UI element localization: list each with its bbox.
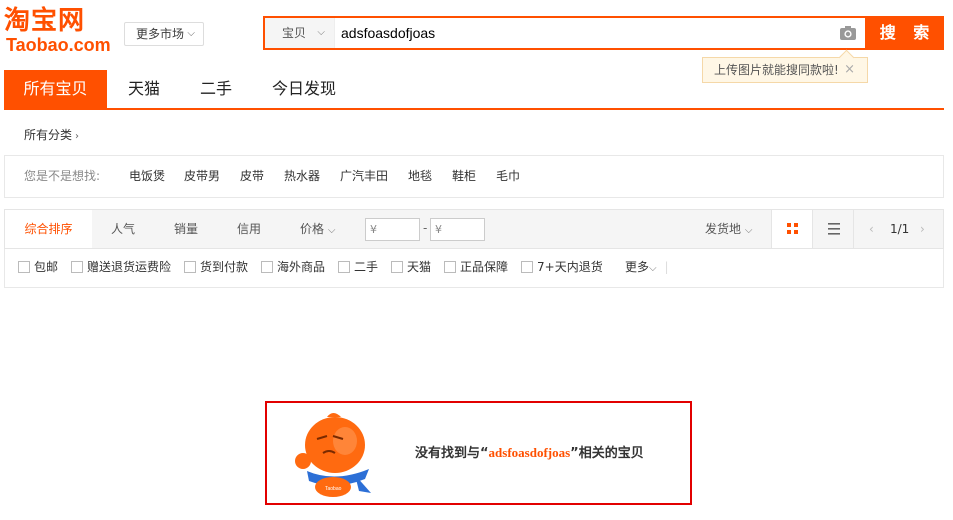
suggestion-bar: 您是不是想找: 电饭煲 皮带男 皮带 热水器 广汽丰田 地毯 鞋柜 毛巾 bbox=[4, 155, 944, 198]
filter-free-shipping[interactable]: 包邮 bbox=[18, 249, 58, 286]
sort-price-label: 价格 bbox=[300, 222, 325, 236]
page-indicator: 1/1 bbox=[890, 222, 910, 236]
all-categories-label: 所有分类 bbox=[24, 128, 73, 142]
taobao-mascot-image: Taobao bbox=[295, 413, 371, 497]
prev-page-icon[interactable]: ‹ bbox=[869, 210, 874, 248]
no-results-panel: Taobao 没有找到与“adsfoasdofjoas”相关的宝贝 bbox=[265, 401, 692, 505]
suggestion-item[interactable]: 热水器 bbox=[284, 156, 320, 197]
search-box: 宝贝 ⌵ bbox=[263, 16, 865, 50]
list-view-button[interactable] bbox=[812, 210, 853, 248]
no-results-message: 没有找到与“adsfoasdofjoas”相关的宝贝 bbox=[415, 403, 644, 504]
sort-credit[interactable]: 信用 bbox=[237, 210, 261, 248]
more-filters-button[interactable]: 更多⌵ | bbox=[625, 249, 668, 287]
search-input[interactable] bbox=[337, 18, 817, 48]
more-markets-dropdown[interactable]: 更多市场 ⌵ bbox=[124, 22, 204, 46]
chevron-down-icon: ⌵ bbox=[327, 225, 336, 236]
filter-label: 货到付款 bbox=[200, 260, 249, 274]
divider: | bbox=[664, 260, 669, 274]
no-results-keyword: adsfoasdofjoas bbox=[488, 445, 571, 460]
sort-bar: 综合排序 人气 销量 信用 价格 ⌵ ¥ - ¥ 发货地 ⌵ ‹ 1/1 › bbox=[4, 209, 944, 249]
suggestion-item[interactable]: 鞋柜 bbox=[452, 156, 476, 197]
filter-label: 海外商品 bbox=[277, 260, 326, 274]
chevron-down-icon: ⌵ bbox=[744, 225, 753, 236]
all-categories-link[interactable]: 所有分类 › bbox=[24, 126, 79, 143]
list-icon bbox=[828, 223, 840, 235]
suggestion-item[interactable]: 电饭煲 bbox=[129, 156, 165, 197]
suggestion-label: 您是不是想找: bbox=[24, 169, 101, 183]
filter-label: 正品保障 bbox=[460, 260, 509, 274]
filter-genuine[interactable]: 正品保障 bbox=[444, 249, 508, 286]
filter-label: 7+天内退货 bbox=[537, 260, 603, 274]
no-results-prefix: 没有找到与“ bbox=[415, 446, 489, 461]
checkbox[interactable] bbox=[71, 261, 83, 273]
filter-7day-return[interactable]: 7+天内退货 bbox=[521, 249, 603, 286]
chevron-down-icon: ⌵ bbox=[317, 27, 325, 38]
pager: ‹ 1/1 › bbox=[853, 210, 943, 248]
price-max-input[interactable]: ¥ bbox=[430, 218, 485, 241]
checkbox[interactable] bbox=[18, 261, 30, 273]
filter-tmall[interactable]: 天猫 bbox=[391, 249, 431, 286]
suggestion-item[interactable]: 毛巾 bbox=[496, 156, 520, 197]
sort-price[interactable]: 价格 ⌵ bbox=[300, 210, 335, 248]
checkbox[interactable] bbox=[184, 261, 196, 273]
chevron-right-icon: › bbox=[75, 131, 80, 142]
logo-chinese: 淘宝网 bbox=[4, 6, 86, 36]
sort-sales[interactable]: 销量 bbox=[174, 210, 198, 248]
filter-label: 包邮 bbox=[34, 260, 59, 274]
search-tabs: 所有宝贝 天猫 二手 今日发现 bbox=[4, 70, 944, 110]
sort-popularity[interactable]: 人气 bbox=[111, 210, 135, 248]
chevron-down-icon: ⌵ bbox=[649, 263, 657, 274]
search-type-label: 宝贝 bbox=[282, 26, 307, 40]
more-filters-label: 更多 bbox=[625, 260, 650, 274]
more-markets-label: 更多市场 bbox=[136, 27, 185, 41]
tab-all-items[interactable]: 所有宝贝 bbox=[4, 70, 107, 108]
filter-overseas[interactable]: 海外商品 bbox=[261, 249, 325, 286]
tab-today-discover[interactable]: 今日发现 bbox=[264, 70, 344, 108]
suggestion-item[interactable]: 皮带 bbox=[240, 156, 264, 197]
filter-label: 赠送退货运费险 bbox=[87, 260, 172, 274]
filter-return-insurance[interactable]: 赠送退货运费险 bbox=[71, 249, 171, 286]
suggestion-item[interactable]: 广汽丰田 bbox=[340, 156, 388, 197]
camera-icon[interactable] bbox=[839, 25, 857, 41]
filter-cod[interactable]: 货到付款 bbox=[184, 249, 248, 286]
sort-default[interactable]: 综合排序 bbox=[5, 210, 92, 248]
search-button[interactable]: 搜 索 bbox=[865, 16, 944, 50]
search-type-select[interactable]: 宝贝 ⌵ bbox=[265, 18, 335, 48]
checkbox[interactable] bbox=[338, 261, 350, 273]
no-results-suffix: ”相关的宝贝 bbox=[570, 446, 644, 461]
grid-view-button[interactable] bbox=[771, 210, 812, 248]
tab-tmall[interactable]: 天猫 bbox=[114, 70, 174, 108]
checkbox[interactable] bbox=[444, 261, 456, 273]
location-filter[interactable]: 发货地 ⌵ bbox=[705, 210, 752, 248]
checkbox[interactable] bbox=[261, 261, 273, 273]
filter-bar: 包邮 赠送退货运费险 货到付款 海外商品 二手 天猫 正品保障 7+天内退货 更… bbox=[4, 249, 944, 288]
suggestion-item[interactable]: 地毯 bbox=[408, 156, 432, 197]
chevron-down-icon: ⌵ bbox=[187, 28, 195, 39]
search-bar: 宝贝 ⌵ 搜 索 bbox=[263, 16, 944, 50]
checkbox[interactable] bbox=[391, 261, 403, 273]
location-label: 发货地 bbox=[705, 222, 742, 236]
price-range-dash: - bbox=[423, 221, 428, 235]
price-min-input[interactable]: ¥ bbox=[365, 218, 420, 241]
grid-icon bbox=[787, 223, 798, 234]
taobao-logo[interactable]: 淘宝网 Taobao.com bbox=[4, 6, 114, 58]
suggestion-item[interactable]: 皮带男 bbox=[184, 156, 220, 197]
filter-label: 二手 bbox=[354, 260, 379, 274]
tab-second-hand[interactable]: 二手 bbox=[186, 70, 246, 108]
filter-label: 天猫 bbox=[407, 260, 432, 274]
mascot-text: Taobao bbox=[325, 486, 342, 492]
next-page-icon[interactable]: › bbox=[920, 210, 925, 248]
checkbox[interactable] bbox=[521, 261, 533, 273]
logo-english: Taobao.com bbox=[6, 35, 111, 55]
filter-second-hand[interactable]: 二手 bbox=[338, 249, 378, 286]
